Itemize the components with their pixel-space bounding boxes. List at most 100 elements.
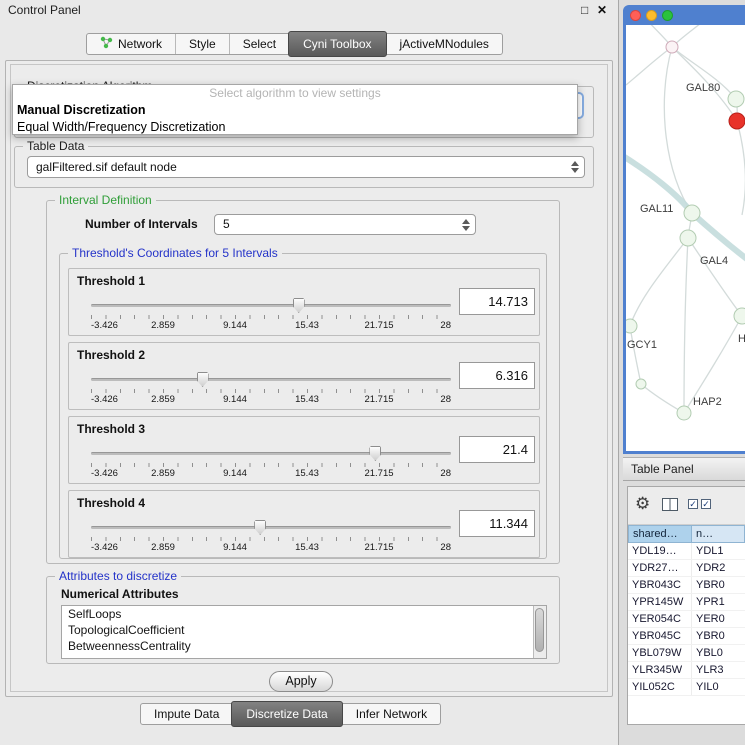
checkbox-icon[interactable]: ✓ [688, 499, 698, 509]
cell[interactable]: YBR045C [628, 628, 692, 644]
scrollbar-thumb[interactable] [535, 608, 544, 652]
slider-track[interactable] [91, 304, 451, 307]
table-row[interactable]: YIL052C YIL0 [628, 679, 745, 696]
list-item[interactable]: TopologicalCoefficient [62, 622, 546, 638]
cell[interactable]: YIL0 [692, 679, 745, 695]
tab-label: jActiveMNodules [400, 37, 489, 51]
cell[interactable]: YDL19… [628, 543, 692, 559]
network-canvas[interactable]: GAL80 GAL11 GAL4 GCY1 HAP2 H [626, 25, 745, 451]
node-red[interactable] [729, 113, 745, 129]
gear-icon[interactable]: ⚙ [635, 494, 650, 514]
cell[interactable]: YDL1 [692, 543, 745, 559]
cell[interactable]: YPR145W [628, 594, 692, 610]
checkbox-icon[interactable]: ✓ [701, 499, 711, 509]
table-row[interactable]: YDR27… YDR2 [628, 560, 745, 577]
scale-label: 15.43 [295, 394, 319, 405]
slider-scale: -3.426 2.859 9.144 15.43 21.715 28 [91, 320, 451, 331]
apply-button[interactable]: Apply [269, 671, 333, 692]
node-gal4[interactable] [680, 230, 696, 246]
column-header-name[interactable]: n… [692, 525, 745, 543]
table-data-select[interactable]: galFiltered.sif default node [27, 156, 585, 178]
scale-label: -3.426 [91, 394, 118, 405]
dropdown-option-manual[interactable]: Manual Discretization [13, 102, 577, 119]
cell[interactable]: YPR1 [692, 594, 745, 610]
close-window-icon[interactable]: ✕ [597, 3, 607, 17]
scale-label: 28 [440, 542, 451, 553]
tab-style[interactable]: Style [175, 34, 229, 54]
cell[interactable]: YDR2 [692, 560, 745, 576]
cell[interactable]: YBL079W [628, 645, 692, 661]
table-row[interactable]: YER054C YER0 [628, 611, 745, 628]
top-tabstrip: Network Style Select Cyni Toolbox jActiv… [86, 33, 503, 55]
tab-network[interactable]: Network [87, 34, 175, 54]
table-row[interactable]: YBR045C YBR0 [628, 628, 745, 645]
node-gal11[interactable] [684, 205, 700, 221]
node-label-partial: H [738, 333, 745, 345]
cell[interactable]: YER054C [628, 611, 692, 627]
threshold-3-value-field[interactable]: 21.4 [459, 436, 535, 463]
tab-jactivemnodules[interactable]: jActiveMNodules [386, 34, 502, 54]
threshold-1-slider-knob[interactable] [293, 298, 305, 313]
scale-label: 2.859 [151, 468, 175, 479]
scale-label: 28 [440, 468, 451, 479]
float-window-icon[interactable]: □ [581, 3, 588, 17]
list-scrollbar[interactable] [533, 606, 546, 658]
threshold-2-value-field[interactable]: 6.316 [459, 362, 535, 389]
node-label-hap2: HAP2 [693, 396, 722, 408]
list-item[interactable]: BetweennessCentrality [62, 638, 546, 654]
threshold-1-label: Threshold 1 [77, 274, 145, 288]
threshold-2-slider-knob[interactable] [197, 372, 209, 387]
slider-track[interactable] [91, 452, 451, 455]
slider-ticks [91, 537, 451, 541]
dropdown-placeholder: Select algorithm to view settings [13, 85, 577, 102]
columns-icon[interactable] [662, 498, 678, 511]
column-header-shared-name[interactable]: shared… [628, 525, 692, 543]
node[interactable] [734, 308, 745, 324]
cell[interactable]: YBR043C [628, 577, 692, 593]
cell[interactable]: YBR0 [692, 577, 745, 593]
dropdown-option-equal-width[interactable]: Equal Width/Frequency Discretization [13, 119, 577, 136]
tab-impute-data[interactable]: Impute Data [141, 704, 232, 724]
close-traffic-light[interactable] [630, 10, 641, 21]
table-row[interactable]: YBR043C YBR0 [628, 577, 745, 594]
node-gcy1[interactable] [626, 319, 637, 333]
cell[interactable]: YBL0 [692, 645, 745, 661]
slider-track[interactable] [91, 526, 451, 529]
node[interactable] [636, 379, 646, 389]
cell[interactable]: YLR3 [692, 662, 745, 678]
group-title: Threshold's Coordinates for 5 Intervals [68, 246, 282, 260]
threshold-2-slider[interactable] [91, 371, 451, 387]
interval-definition-group: Interval Definition Number of Intervals … [46, 200, 560, 564]
slider-track[interactable] [91, 378, 451, 381]
tab-discretize-data[interactable]: Discretize Data [231, 701, 342, 727]
cell[interactable]: YER0 [692, 611, 745, 627]
cell[interactable]: YDR27… [628, 560, 692, 576]
cell[interactable]: YIL052C [628, 679, 692, 695]
scale-label: 9.144 [223, 542, 247, 553]
minimize-traffic-light[interactable] [646, 10, 657, 21]
table-row[interactable]: YBL079W YBL0 [628, 645, 745, 662]
window-title: Control Panel [8, 3, 81, 17]
zoom-traffic-light[interactable] [662, 10, 673, 21]
scale-label: 9.144 [223, 320, 247, 331]
cell[interactable]: YBR0 [692, 628, 745, 644]
table-row[interactable]: YLR345W YLR3 [628, 662, 745, 679]
threshold-3-slider[interactable] [91, 445, 451, 461]
tab-infer-network[interactable]: Infer Network [342, 704, 440, 724]
list-item[interactable]: SelfLoops [62, 606, 546, 622]
threshold-4-slider-knob[interactable] [254, 520, 266, 535]
threshold-1-slider[interactable] [91, 297, 451, 313]
node-hap2[interactable] [677, 406, 691, 420]
threshold-4-value-field[interactable]: 11.344 [459, 510, 535, 537]
tab-cyni-toolbox[interactable]: Cyni Toolbox [288, 31, 386, 57]
number-of-intervals-select[interactable]: 5 [214, 214, 476, 235]
threshold-3-slider-knob[interactable] [369, 446, 381, 461]
threshold-4-slider[interactable] [91, 519, 451, 535]
node[interactable] [728, 91, 744, 107]
table-row[interactable]: YDL19… YDL1 [628, 543, 745, 560]
threshold-1-value-field[interactable]: 14.713 [459, 288, 535, 315]
tab-select[interactable]: Select [229, 34, 289, 54]
cell[interactable]: YLR345W [628, 662, 692, 678]
table-row[interactable]: YPR145W YPR1 [628, 594, 745, 611]
node[interactable] [666, 41, 678, 53]
